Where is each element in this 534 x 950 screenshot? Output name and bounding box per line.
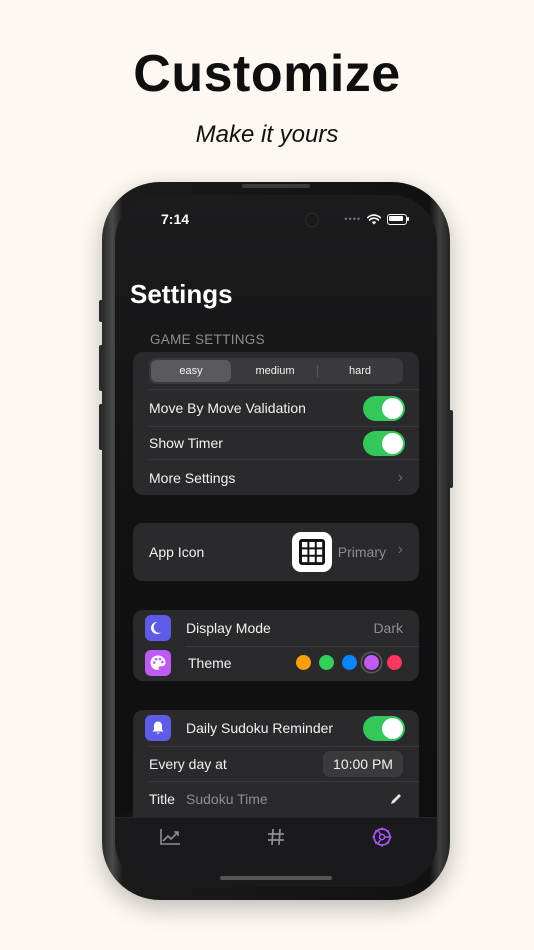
- theme-color-purple-selected[interactable]: [364, 655, 379, 670]
- difficulty-medium[interactable]: medium: [233, 360, 317, 382]
- move-validation-row: Move By Move Validation: [133, 390, 419, 426]
- front-camera: [305, 213, 319, 227]
- volume-down-button: [99, 404, 103, 450]
- reminder-title-row[interactable]: Title Sudoku Time: [133, 781, 419, 817]
- status-icons: ••••: [344, 213, 409, 225]
- signal-icon: ••••: [344, 214, 361, 224]
- appearance-card: Display Mode Dark Theme: [133, 610, 419, 681]
- action-button: [99, 300, 103, 322]
- title-label: Title: [149, 791, 175, 807]
- move-validation-toggle[interactable]: [363, 395, 405, 421]
- app-icon-label: App Icon: [149, 544, 205, 560]
- tab-play[interactable]: [261, 824, 291, 850]
- pencil-icon[interactable]: [389, 792, 403, 811]
- theme-row: Theme: [133, 645, 419, 681]
- difficulty-hard[interactable]: hard: [319, 360, 401, 382]
- page-title: Settings: [130, 279, 233, 309]
- section-header-game-settings: GAME SETTINGS: [150, 332, 265, 347]
- theme-color-green[interactable]: [319, 655, 334, 670]
- show-timer-label: Show Timer: [149, 435, 223, 451]
- volume-up-button: [99, 345, 103, 391]
- daily-reminder-row: Daily Sudoku Reminder: [133, 710, 419, 746]
- theme-color-blue[interactable]: [342, 655, 357, 670]
- bell-icon: [145, 715, 171, 741]
- palette-icon: [145, 650, 171, 676]
- hashtag-icon: [268, 828, 284, 846]
- theme-color-red[interactable]: [387, 655, 402, 670]
- power-button: [449, 410, 453, 488]
- more-settings-label: More Settings: [149, 470, 236, 486]
- difficulty-segmented-control: easy medium hard: [149, 358, 403, 384]
- tab-bar: [115, 817, 437, 887]
- game-settings-card: easy medium hard Move By Move Validation…: [133, 352, 419, 495]
- app-icon-value: Primary: [337, 544, 386, 560]
- app-icon-card[interactable]: App Icon Primary ›: [133, 523, 419, 581]
- sudoku-grid-icon: [292, 532, 332, 572]
- display-mode-row[interactable]: Display Mode Dark: [133, 610, 419, 646]
- chevron-right-icon: ›: [397, 541, 403, 558]
- reminder-time-picker[interactable]: 10:00 PM: [323, 751, 403, 777]
- moon-icon: [145, 615, 171, 641]
- show-timer-toggle[interactable]: [363, 430, 405, 456]
- toggle-knob: [382, 432, 403, 454]
- more-settings-row[interactable]: More Settings ›: [133, 460, 419, 495]
- theme-color-orange[interactable]: [296, 655, 311, 670]
- reminder-card: Daily Sudoku Reminder Every day at 10:00…: [133, 710, 419, 834]
- promo-subheadline: Make it yours: [195, 121, 339, 148]
- reminder-time-row: Every day at 10:00 PM: [133, 746, 419, 782]
- show-timer-row: Show Timer: [133, 425, 419, 461]
- gear-icon: [372, 827, 392, 847]
- segment-divider: [317, 365, 318, 377]
- tab-statistics[interactable]: [155, 824, 185, 850]
- toggle-knob: [382, 397, 403, 419]
- phone-screen: 7:14 •••• Settings GAME SETTINGS easy me…: [115, 195, 437, 887]
- battery-icon: [387, 213, 409, 225]
- theme-label: Theme: [188, 655, 232, 671]
- chart-icon: [160, 829, 180, 845]
- daily-reminder-label: Daily Sudoku Reminder: [186, 720, 334, 736]
- wifi-icon: [367, 213, 381, 224]
- chevron-right-icon: ›: [397, 469, 403, 486]
- tab-settings[interactable]: [367, 824, 397, 850]
- move-validation-label: Move By Move Validation: [149, 400, 306, 416]
- schedule-label: Every day at: [149, 756, 227, 772]
- promo-headline: Customize: [133, 45, 401, 103]
- reminder-title-input[interactable]: Sudoku Time: [186, 791, 268, 807]
- display-mode-value: Dark: [373, 620, 403, 636]
- toggle-knob: [382, 717, 403, 739]
- status-time: 7:14: [161, 211, 190, 227]
- display-mode-label: Display Mode: [186, 620, 271, 636]
- home-indicator: [220, 876, 332, 880]
- daily-reminder-toggle[interactable]: [363, 715, 405, 741]
- difficulty-easy[interactable]: easy: [151, 360, 231, 382]
